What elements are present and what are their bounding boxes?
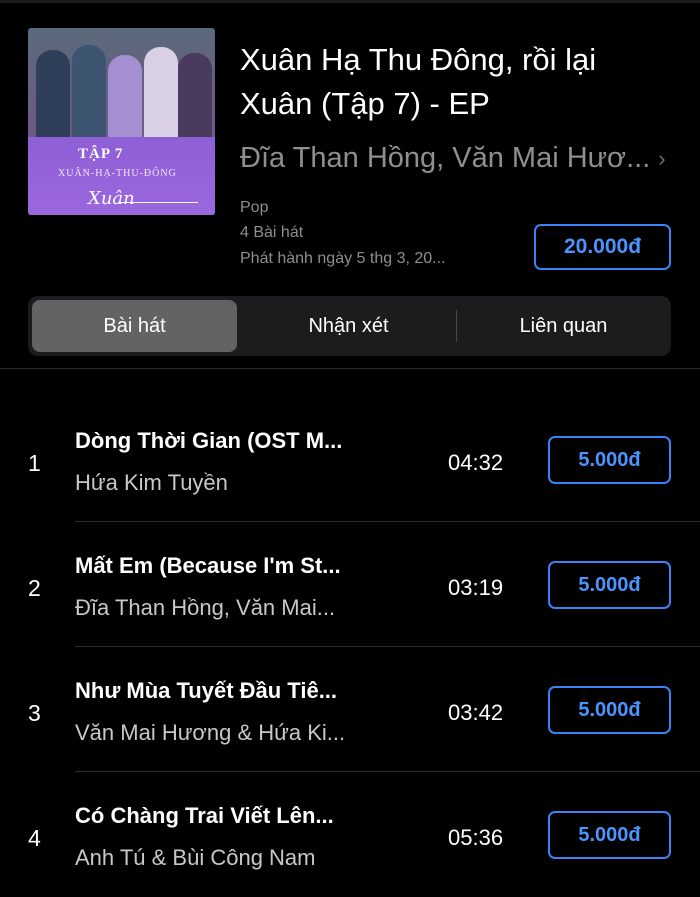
- track-number: 3: [28, 700, 41, 726]
- chevron-right-icon: ›: [658, 145, 666, 171]
- top-divider: [0, 0, 700, 3]
- track-duration: 04:32: [448, 450, 504, 475]
- cover-script-line: [118, 202, 198, 203]
- track-title: Như Mùa Tuyết Đầu Tiê...: [75, 678, 338, 703]
- track-title: Có Chàng Trai Viết Lên...: [75, 803, 334, 828]
- track-row[interactable]: 2 Mất Em (Because I'm St... Đĩa Than Hồn…: [0, 527, 700, 647]
- tab-related[interactable]: Liên quan: [460, 300, 667, 352]
- tab-songs[interactable]: Bài hát: [32, 300, 237, 352]
- track-row[interactable]: 3 Như Mùa Tuyết Đầu Tiê... Văn Mai Hương…: [0, 652, 700, 772]
- track-artist: Đĩa Than Hồng, Văn Mai...: [75, 595, 336, 620]
- track-buy-button[interactable]: 5.000đ: [548, 561, 671, 609]
- album-title: Xuân Hạ Thu Đông, rồi lại Xuân (Tập 7) -…: [240, 42, 597, 121]
- row-divider: [75, 646, 700, 647]
- cover-subtitle-text: XUÂN-HẠ-THU-ĐÔNG: [58, 168, 177, 179]
- row-divider: [75, 521, 700, 522]
- album-track-count: 4 Bài hát: [240, 224, 304, 241]
- track-row[interactable]: 1 Dòng Thời Gian (OST M... Hứa Kim Tuyền…: [0, 402, 700, 522]
- row-divider: [75, 771, 700, 772]
- track-number: 2: [28, 575, 41, 601]
- album-release-date: Phát hành ngày 5 thg 3, 20...: [240, 250, 446, 267]
- track-duration: 03:42: [448, 700, 504, 725]
- album-artist-link[interactable]: Đĩa Than Hồng, Văn Mai Hươ... ›: [240, 142, 680, 175]
- cover-figure: [36, 50, 70, 145]
- segmented-control: Bài hát Nhận xét Liên quan: [28, 296, 671, 356]
- track-duration: 05:36: [448, 825, 504, 850]
- cover-figure: [178, 53, 212, 145]
- album-buy-button[interactable]: 20.000đ: [534, 224, 671, 270]
- album-artist-label: Đĩa Than Hồng, Văn Mai Hươ...: [240, 142, 651, 174]
- section-divider: [0, 368, 700, 369]
- album-genre: Pop: [240, 199, 269, 216]
- tab-reviews[interactable]: Nhận xét: [246, 300, 451, 352]
- track-row[interactable]: 4 Có Chàng Trai Viết Lên... Anh Tú & Bùi…: [0, 777, 700, 897]
- track-buy-button[interactable]: 5.000đ: [548, 811, 671, 859]
- tab-divider: [456, 310, 457, 342]
- cover-figure: [144, 47, 178, 145]
- track-duration: 03:19: [448, 575, 504, 600]
- track-number: 1: [28, 450, 41, 476]
- album-cover: TẬP 7 XUÂN-HẠ-THU-ĐÔNG Xuân: [28, 28, 215, 215]
- cover-script-text: Xuân: [88, 188, 135, 209]
- cover-episode-text: TẬP 7: [78, 146, 124, 162]
- track-artist: Hứa Kim Tuyền: [75, 470, 228, 495]
- track-artist: Văn Mai Hương & Hứa Ki...: [75, 720, 346, 745]
- track-title: Mất Em (Because I'm St...: [75, 553, 341, 578]
- cover-figure: [72, 45, 106, 145]
- track-title: Dòng Thời Gian (OST M...: [75, 428, 343, 453]
- track-buy-button[interactable]: 5.000đ: [548, 686, 671, 734]
- cover-figure: [108, 55, 142, 145]
- track-buy-button[interactable]: 5.000đ: [548, 436, 671, 484]
- track-number: 4: [28, 825, 41, 851]
- track-artist: Anh Tú & Bùi Công Nam: [75, 845, 316, 870]
